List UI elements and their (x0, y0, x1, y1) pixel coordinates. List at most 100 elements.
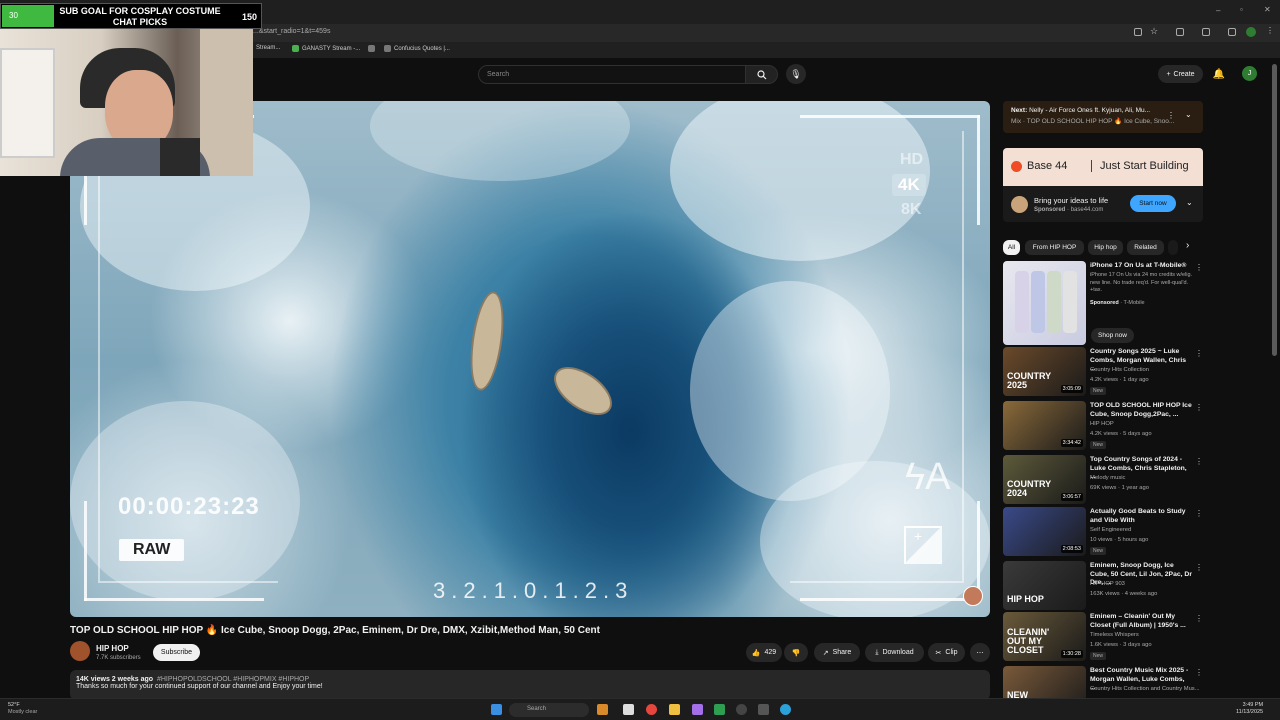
ad-start-now-button[interactable]: Start now (1130, 195, 1176, 212)
new-badge: New (1090, 652, 1107, 660)
system-clock[interactable]: 3:49 PM 11/13/2025 (1236, 702, 1263, 716)
promo-item[interactable]: iPhone 17 On Us at T-Mobile® iPhone 17 O… (1003, 261, 1203, 345)
chip-related[interactable]: Related (1127, 240, 1164, 255)
new-badge: New (1090, 441, 1107, 449)
recommendation-item[interactable]: 3:34:42 TOP OLD SCHOOL HIP HOP Ice Cube, … (1003, 401, 1203, 453)
chip-from-hip-hop[interactable]: From HIP HOP (1025, 240, 1084, 255)
recommendation-title[interactable]: Actually Good Beats to Study and Vibe Wi… (1090, 508, 1192, 525)
recommendation-channel[interactable]: Country Hits Collection (1090, 367, 1149, 373)
chrome-icon[interactable] (646, 704, 657, 715)
windows-start-icon[interactable] (491, 704, 502, 715)
chip-hip-hop[interactable]: Hip hop (1088, 240, 1123, 255)
recommendation-channel[interactable]: HIP HOP 903 (1090, 581, 1125, 587)
promo-sponsored: Sponsored · T-Mobile (1090, 300, 1145, 306)
recommendation-channel[interactable]: HIP HOP (1090, 421, 1114, 427)
chip-partial[interactable] (1168, 240, 1178, 255)
recommendation-channel[interactable]: Melody music (1090, 475, 1125, 481)
kebab-menu-icon[interactable]: ⋮ (1195, 403, 1203, 412)
bookmark-item[interactable]: Confucius Quotes |... (384, 45, 450, 52)
edge-icon[interactable] (780, 704, 791, 715)
search-input[interactable]: Search (478, 65, 746, 84)
ad-banner[interactable]: Base 44 Just Start Building (1003, 148, 1203, 186)
kebab-menu-icon[interactable]: ⋮ (1195, 263, 1203, 272)
phone-image (1047, 271, 1061, 333)
taskbar-app-icon[interactable] (692, 704, 703, 715)
weather-widget[interactable]: 52°F Mostly clear (8, 702, 37, 716)
notifications-bell-icon[interactable]: 🔔 (1212, 66, 1226, 82)
ad-brand: Base 44 (1027, 160, 1068, 172)
search-button[interactable] (745, 65, 778, 84)
frame-line (962, 131, 964, 581)
recommendation-channel[interactable]: Timeless Whispers (1090, 632, 1139, 638)
menu-icon[interactable]: ⋮ (1266, 26, 1274, 35)
recommendation-thumbnail[interactable]: 3:34:42 (1003, 401, 1086, 450)
recommendation-thumbnail[interactable]: CLEANIN' OUT MY CLOSET 1:30:28 (1003, 612, 1086, 661)
recommendation-item[interactable]: COUNTRY 2025 3:05:09 Country Songs 2025 ~ … (1003, 347, 1203, 399)
next-up-box[interactable]: Next: Nelly - Air Force Ones ft. Kyjuan,… (1003, 101, 1203, 133)
recommendation-thumbnail[interactable]: 2:08:53 (1003, 507, 1086, 556)
recommendation-title[interactable]: TOP OLD SCHOOL HIP HOP Ice Cube, Snoop D… (1090, 402, 1192, 419)
subscribe-button[interactable]: Subscribe (153, 644, 200, 661)
chevron-down-icon[interactable]: ⌄ (1186, 198, 1193, 207)
recommendation-item[interactable]: CLEANIN' OUT MY CLOSET 1:30:28 Eminem – Cl… (1003, 612, 1203, 664)
extensions-icon[interactable] (1176, 28, 1184, 36)
kebab-menu-icon[interactable]: ⋮ (1195, 668, 1203, 677)
description-box[interactable]: 14K views 2 weeks ago #HIPHOPOLDSCHOOL #… (70, 670, 990, 700)
page-scrollbar[interactable] (1272, 64, 1277, 356)
recommendation-item[interactable]: COUNTRY 2024 3:06:57 Top Country Songs of … (1003, 455, 1203, 507)
channel-avatar[interactable] (70, 641, 90, 661)
sub-goal-target: 150 (242, 12, 258, 22)
video-player[interactable]: HD 4K 8K 00:00:23:23 RAW 3.2.1.0.1.2.3 ϟ… (70, 101, 990, 617)
recommendation-thumbnail[interactable]: HIP HOP (1003, 561, 1086, 610)
file-explorer-icon[interactable] (669, 704, 680, 715)
taskbar-app-icon[interactable] (758, 704, 769, 715)
kebab-menu-icon[interactable]: ⋮ (1195, 457, 1203, 466)
taskbar-search[interactable]: Search (509, 703, 589, 717)
task-view-icon[interactable] (623, 704, 634, 715)
channel-name[interactable]: HIP HOP (96, 644, 129, 653)
kebab-menu-icon[interactable]: ⋮ (1195, 614, 1203, 623)
maximize-icon[interactable]: ▫ (1240, 5, 1243, 14)
more-actions-button[interactable]: ⋯ (970, 643, 990, 662)
obs-icon[interactable] (736, 704, 747, 715)
channel-watermark-icon[interactable] (963, 586, 983, 606)
clip-button[interactable]: ✂ Clip (928, 643, 965, 662)
create-button[interactable]: + Create (1158, 65, 1203, 83)
promo-title[interactable]: iPhone 17 On Us at T-Mobile® (1090, 262, 1192, 271)
profile-icon[interactable] (1246, 27, 1256, 37)
kebab-menu-icon[interactable]: ⋮ (1195, 563, 1203, 572)
promo-thumbnail[interactable] (1003, 261, 1086, 345)
dislike-button[interactable]: 👎 (784, 643, 808, 662)
chevron-right-icon[interactable]: › (1186, 240, 1189, 251)
recommendation-item[interactable]: HIP HOP Eminem, Snoop Dogg, Ice Cube, 50 … (1003, 561, 1203, 613)
cast-icon[interactable] (1134, 28, 1142, 36)
recommendation-item[interactable]: 2:08:53 Actually Good Beats to Study and … (1003, 507, 1203, 559)
description-tags[interactable]: #HIPHOPOLDSCHOOL #HIPHOPMIX #HIPHOP (157, 676, 309, 683)
recommendation-channel[interactable]: Self Engineered (1090, 527, 1131, 533)
account-avatar[interactable]: J (1242, 66, 1257, 81)
sidebar-icon[interactable] (1202, 28, 1210, 36)
bookmark-star-icon[interactable]: ☆ (1150, 26, 1158, 37)
promo-shop-now-button[interactable]: Shop now (1091, 328, 1134, 343)
like-button[interactable]: 👍 429 (746, 643, 782, 662)
recommendation-channel[interactable]: Country Hits Collection and Country Mus.… (1090, 686, 1200, 692)
recommendation-title[interactable]: Eminem – Cleanin' Out My Closet (Full Al… (1090, 613, 1192, 630)
bookmark-item[interactable] (368, 45, 375, 52)
close-window-icon[interactable]: ✕ (1264, 5, 1271, 14)
bookmark-item[interactable]: GANASTY Stream -... (292, 45, 360, 52)
excel-icon[interactable] (714, 704, 725, 715)
bookmark-item[interactable]: Stream... (256, 45, 280, 51)
chevron-down-icon[interactable]: ⌄ (1185, 110, 1192, 119)
kebab-menu-icon[interactable]: ⋮ (1195, 509, 1203, 518)
kebab-menu-icon[interactable]: ⋮ (1167, 111, 1175, 120)
minimize-icon[interactable]: – (1216, 6, 1220, 15)
chip-all[interactable]: All (1003, 240, 1020, 255)
share-button[interactable]: ↗ Share (814, 643, 860, 662)
recommendation-thumbnail[interactable]: COUNTRY 2024 3:06:57 (1003, 455, 1086, 504)
voice-search-button[interactable]: 🎙 (786, 64, 806, 84)
kebab-menu-icon[interactable]: ⋮ (1195, 349, 1203, 358)
taskbar-app-icon[interactable] (597, 704, 608, 715)
download-button[interactable]: ⤓ Download (865, 643, 924, 662)
download-icon[interactable] (1228, 28, 1236, 36)
recommendation-thumbnail[interactable]: COUNTRY 2025 3:05:09 (1003, 347, 1086, 396)
